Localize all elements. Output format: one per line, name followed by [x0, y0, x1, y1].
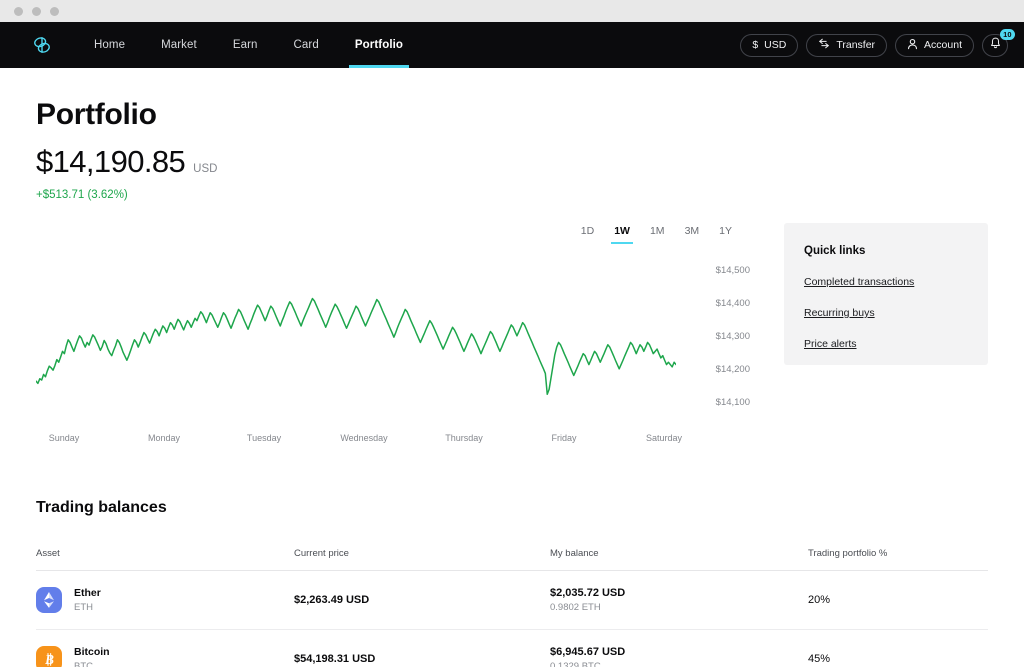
- asset-name: Bitcoin: [74, 646, 110, 658]
- ethereum-icon: [36, 587, 62, 613]
- quick-link-completed-transactions[interactable]: Completed transactions: [804, 276, 968, 288]
- portfolio-balance-row: $14,190.85 USD: [36, 144, 988, 180]
- chart-x-tick: Wednesday: [340, 433, 388, 443]
- column-header-my-balance: My balance: [550, 548, 599, 559]
- current-price-cell: $54,198.31 USD: [294, 653, 376, 665]
- portfolio-line-chart[interactable]: $14,500 $14,400 $14,300 $14,200 $14,100: [36, 254, 750, 419]
- nav-link-card[interactable]: Card: [276, 22, 337, 68]
- chart-x-tick: Saturday: [645, 433, 683, 443]
- quick-links-panel: Quick links Completed transactions Recur…: [784, 223, 988, 365]
- range-1d[interactable]: 1D: [571, 223, 604, 244]
- balance-crypto: 0.1329 BTC: [550, 661, 601, 667]
- chart-y-tick: $14,300: [715, 330, 750, 342]
- window-titlebar: [0, 0, 1024, 22]
- notifications-badge: 10: [999, 28, 1015, 40]
- chart-x-axis: Sunday Monday Tuesday Wednesday Thursday Frid…: [36, 433, 750, 453]
- nav-link-market[interactable]: Market: [143, 22, 215, 68]
- chart-x-tick: Sunday: [48, 433, 80, 443]
- account-label: Account: [924, 39, 962, 51]
- asset-symbol: BTC: [74, 661, 93, 667]
- chart-section: 1D 1W 1M 3M 1Y $14,500 $14,400 $14,300 $14,…: [36, 223, 988, 453]
- dollar-icon: $: [752, 39, 759, 51]
- table-row[interactable]: B Bitcoin BTC $54,198.31 USD $6,945.67 U…: [36, 630, 988, 667]
- range-3m[interactable]: 3M: [675, 223, 710, 244]
- browser-window: Home Market Earn Card Portfolio $ USD Tr…: [0, 0, 1024, 667]
- transfer-arrows-icon: [818, 38, 830, 52]
- currency-label: USD: [764, 39, 787, 51]
- chart-y-tick: $14,400: [715, 297, 750, 309]
- chart-y-tick: $14,200: [715, 363, 750, 375]
- portfolio-percent-cell: 45%: [808, 653, 831, 665]
- portfolio-balance-currency: USD: [193, 163, 218, 175]
- nav-link-earn[interactable]: Earn: [215, 22, 276, 68]
- asset-symbol: ETH: [74, 602, 93, 613]
- currency-selector-button[interactable]: $ USD: [740, 33, 799, 57]
- quick-links-title: Quick links: [804, 245, 866, 257]
- person-icon: [907, 38, 918, 53]
- window-minimize-dot[interactable]: [32, 6, 41, 16]
- portfolio-balance: $14,190.85: [36, 144, 186, 179]
- trading-balances-section: Trading balances Asset Current price My …: [36, 499, 988, 667]
- brand-logo-icon[interactable]: [30, 33, 54, 57]
- bell-icon: [990, 36, 1001, 54]
- page-title: Portfolio: [36, 98, 157, 131]
- balance-crypto: 0.9802 ETH: [550, 602, 601, 613]
- app-page: Home Market Earn Card Portfolio $ USD Tr…: [0, 22, 1024, 667]
- my-balance-cell: $2,035.72 USD 0.9802 ETH: [550, 587, 808, 613]
- bitcoin-icon: B: [36, 646, 62, 667]
- column-header-asset: Asset: [36, 548, 60, 559]
- chart-container: 1D 1W 1M 3M 1Y $14,500 $14,400 $14,300 $14,…: [36, 223, 750, 453]
- nav-link-home[interactable]: Home: [76, 22, 143, 68]
- transfer-label: Transfer: [836, 39, 876, 51]
- range-selector: 1D 1W 1M 3M 1Y: [36, 223, 750, 244]
- chart-x-tick: Tuesday: [246, 433, 282, 443]
- chart-x-tick: Thursday: [445, 433, 483, 443]
- asset-cell: Ether ETH: [36, 587, 294, 613]
- column-header-current-price: Current price: [294, 548, 349, 559]
- account-button[interactable]: Account: [895, 33, 974, 57]
- trading-balances-title: Trading balances: [36, 499, 167, 516]
- notifications-button[interactable]: 10: [982, 28, 1015, 57]
- table-header-row: Asset Current price My balance Trading p…: [36, 537, 988, 571]
- chart-x-tick: Monday: [147, 433, 181, 443]
- chart-line-svg: [36, 254, 676, 419]
- chart-y-tick: $14,500: [715, 264, 750, 276]
- main-content: Portfolio $14,190.85 USD +$513.71 (3.62%…: [0, 68, 1024, 667]
- svg-text:B: B: [44, 652, 54, 667]
- nav-links: Home Market Earn Card Portfolio: [76, 22, 421, 68]
- quick-link-price-alerts[interactable]: Price alerts: [804, 338, 968, 350]
- top-navbar: Home Market Earn Card Portfolio $ USD Tr…: [0, 22, 1024, 68]
- current-price-cell: $2,263.49 USD: [294, 594, 370, 606]
- portfolio-change: +$513.71 (3.62%): [36, 189, 128, 201]
- column-header-trading-portfolio-pct: Trading portfolio %: [808, 548, 888, 559]
- asset-cell: B Bitcoin BTC: [36, 646, 294, 667]
- balance-usd: $6,945.67 USD: [550, 646, 626, 658]
- range-1y[interactable]: 1Y: [709, 223, 742, 244]
- chart-x-tick: Friday: [551, 433, 577, 443]
- my-balance-cell: $6,945.67 USD 0.1329 BTC: [550, 646, 808, 667]
- window-maximize-dot[interactable]: [50, 6, 59, 16]
- range-1m[interactable]: 1M: [640, 223, 675, 244]
- portfolio-percent-cell: 20%: [808, 594, 831, 606]
- chart-y-axis: $14,500 $14,400 $14,300 $14,200 $14,100: [688, 254, 750, 419]
- balance-usd: $2,035.72 USD: [550, 587, 626, 599]
- nav-right-actions: $ USD Transfer Account 10: [740, 28, 1015, 57]
- asset-name: Ether: [74, 587, 101, 599]
- quick-link-recurring-buys[interactable]: Recurring buys: [804, 307, 968, 319]
- nav-link-portfolio[interactable]: Portfolio: [337, 22, 421, 68]
- transfer-button[interactable]: Transfer: [806, 33, 888, 57]
- window-close-dot[interactable]: [14, 6, 23, 16]
- chart-y-tick: $14,100: [715, 396, 750, 408]
- table-row[interactable]: Ether ETH $2,263.49 USD $2,035.72 USD 0.…: [36, 571, 988, 630]
- range-1w[interactable]: 1W: [604, 223, 640, 244]
